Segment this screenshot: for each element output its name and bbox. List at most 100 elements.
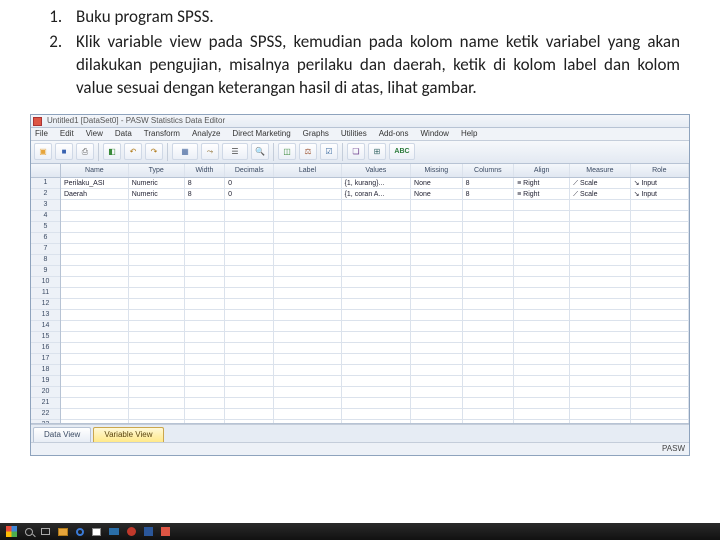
- empty-cell[interactable]: [128, 343, 184, 354]
- empty-cell[interactable]: [411, 365, 463, 376]
- empty-cell[interactable]: [225, 310, 274, 321]
- empty-cell[interactable]: [630, 233, 688, 244]
- empty-cell[interactable]: [225, 354, 274, 365]
- windows-start-icon[interactable]: [6, 526, 17, 537]
- empty-cell[interactable]: [61, 343, 128, 354]
- word-icon[interactable]: [144, 527, 153, 536]
- store-icon[interactable]: [92, 528, 101, 536]
- empty-cell[interactable]: [570, 288, 631, 299]
- empty-cell[interactable]: [341, 277, 410, 288]
- empty-cell[interactable]: [462, 288, 514, 299]
- empty-cell[interactable]: [514, 266, 570, 277]
- empty-cell[interactable]: [184, 288, 224, 299]
- empty-cell[interactable]: [630, 343, 688, 354]
- row-number[interactable]: 16: [31, 343, 60, 354]
- cell-role[interactable]: ↘ Input: [630, 189, 688, 200]
- empty-cell[interactable]: [61, 354, 128, 365]
- col-role[interactable]: Role: [630, 164, 688, 178]
- empty-cell[interactable]: [514, 354, 570, 365]
- row-number[interactable]: 2: [31, 189, 60, 200]
- empty-cell[interactable]: [630, 211, 688, 222]
- empty-cell[interactable]: [570, 211, 631, 222]
- empty-cell[interactable]: [274, 332, 341, 343]
- menu-addons[interactable]: Add-ons: [379, 130, 409, 138]
- empty-cell[interactable]: [128, 244, 184, 255]
- row-number[interactable]: 9: [31, 266, 60, 277]
- empty-cell[interactable]: [341, 266, 410, 277]
- table-row[interactable]: [61, 211, 689, 222]
- empty-cell[interactable]: [341, 211, 410, 222]
- menu-transform[interactable]: Transform: [144, 130, 180, 138]
- empty-cell[interactable]: [225, 376, 274, 387]
- row-number[interactable]: 13: [31, 310, 60, 321]
- empty-cell[interactable]: [61, 277, 128, 288]
- row-number[interactable]: 20: [31, 387, 60, 398]
- empty-cell[interactable]: [61, 200, 128, 211]
- save-button[interactable]: ■: [55, 143, 73, 160]
- variable-table[interactable]: Name Type Width Decimals Label Values Mi…: [61, 164, 689, 423]
- empty-cell[interactable]: [514, 420, 570, 423]
- undo-button[interactable]: ↶: [124, 143, 142, 160]
- empty-cell[interactable]: [411, 387, 463, 398]
- empty-cell[interactable]: [61, 321, 128, 332]
- empty-cell[interactable]: [341, 387, 410, 398]
- empty-cell[interactable]: [274, 200, 341, 211]
- empty-cell[interactable]: [128, 288, 184, 299]
- empty-cell[interactable]: [128, 387, 184, 398]
- empty-cell[interactable]: [341, 321, 410, 332]
- empty-cell[interactable]: [225, 420, 274, 423]
- edge-icon[interactable]: [76, 528, 84, 536]
- empty-cell[interactable]: [184, 387, 224, 398]
- row-number[interactable]: 18: [31, 365, 60, 376]
- empty-cell[interactable]: [128, 376, 184, 387]
- empty-cell[interactable]: [184, 244, 224, 255]
- cell-role[interactable]: ↘ Input: [630, 178, 688, 189]
- empty-cell[interactable]: [570, 244, 631, 255]
- empty-cell[interactable]: [462, 222, 514, 233]
- file-explorer-icon[interactable]: [58, 528, 68, 536]
- goto-var-button[interactable]: ⤳: [201, 143, 219, 160]
- empty-cell[interactable]: [225, 398, 274, 409]
- empty-cell[interactable]: [411, 233, 463, 244]
- empty-cell[interactable]: [184, 343, 224, 354]
- find-button[interactable]: 🔍: [251, 143, 269, 160]
- empty-cell[interactable]: [630, 244, 688, 255]
- table-row[interactable]: [61, 288, 689, 299]
- table-row[interactable]: [61, 310, 689, 321]
- empty-cell[interactable]: [225, 409, 274, 420]
- row-number[interactable]: 14: [31, 321, 60, 332]
- empty-cell[interactable]: [184, 409, 224, 420]
- empty-cell[interactable]: [630, 420, 688, 423]
- open-button[interactable]: ▣: [34, 143, 52, 160]
- empty-cell[interactable]: [61, 365, 128, 376]
- empty-cell[interactable]: [630, 321, 688, 332]
- empty-cell[interactable]: [341, 409, 410, 420]
- row-number[interactable]: 1: [31, 178, 60, 189]
- empty-cell[interactable]: [411, 409, 463, 420]
- empty-cell[interactable]: [274, 409, 341, 420]
- empty-cell[interactable]: [341, 343, 410, 354]
- empty-cell[interactable]: [630, 354, 688, 365]
- empty-cell[interactable]: [61, 299, 128, 310]
- row-number[interactable]: 22: [31, 409, 60, 420]
- cell-values[interactable]: {1, kurang}...: [341, 178, 410, 189]
- spss-icon[interactable]: [161, 527, 170, 536]
- empty-cell[interactable]: [274, 244, 341, 255]
- empty-cell[interactable]: [274, 398, 341, 409]
- empty-cell[interactable]: [514, 321, 570, 332]
- empty-cell[interactable]: [411, 343, 463, 354]
- table-row[interactable]: Daerah Numeric 8 0 {1, coran A... None 8…: [61, 189, 689, 200]
- col-decimals[interactable]: Decimals: [225, 164, 274, 178]
- empty-cell[interactable]: [630, 277, 688, 288]
- row-number[interactable]: 8: [31, 255, 60, 266]
- print-button[interactable]: ⎙: [76, 143, 94, 160]
- mail-icon[interactable]: [109, 528, 119, 535]
- empty-cell[interactable]: [514, 299, 570, 310]
- menu-edit[interactable]: Edit: [60, 130, 74, 138]
- empty-cell[interactable]: [274, 354, 341, 365]
- cell-missing[interactable]: None: [411, 178, 463, 189]
- empty-cell[interactable]: [274, 266, 341, 277]
- empty-cell[interactable]: [274, 255, 341, 266]
- empty-cell[interactable]: [570, 233, 631, 244]
- empty-cell[interactable]: [411, 310, 463, 321]
